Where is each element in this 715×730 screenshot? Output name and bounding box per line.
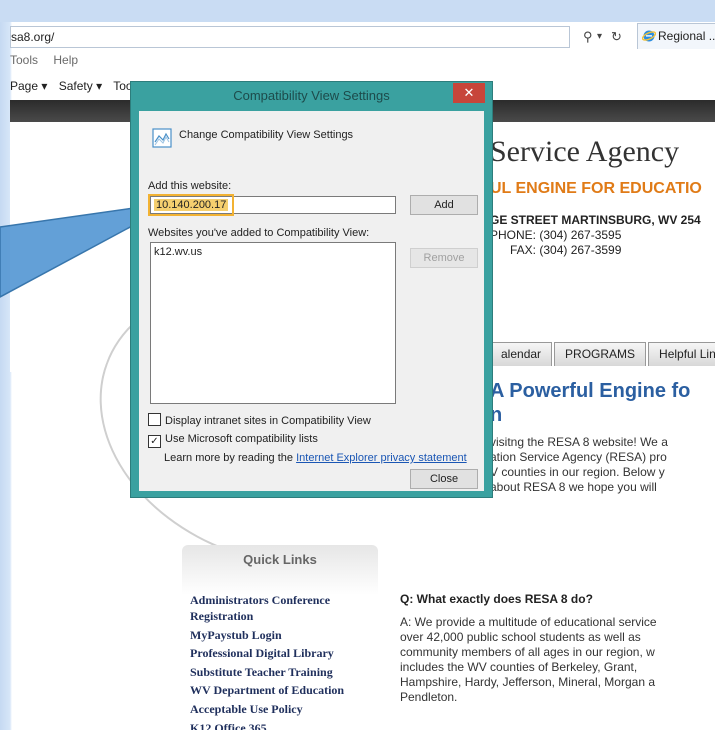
site-tagline: UL ENGINE FOR EDUCATIO: [490, 180, 702, 197]
menu-help[interactable]: Help: [53, 53, 78, 67]
ms-lists-checkbox-label: Use Microsoft compatibility lists: [165, 433, 318, 445]
command-safety[interactable]: Safety ▾: [59, 79, 102, 93]
nav-tab-helpful-links[interactable]: Helpful Links: [648, 342, 715, 366]
dialog-title: Compatibility View Settings: [233, 88, 390, 103]
learn-more-prefix: Learn more by reading the: [164, 452, 297, 464]
learn-more-text: Learn more by reading the Internet Explo…: [164, 452, 467, 464]
quick-links-title: Quick Links: [243, 552, 317, 567]
intro-text: visitng the RESA 8 website! We a ation S…: [490, 435, 668, 495]
site-title: Service Agency: [490, 135, 680, 168]
answer-line: A: We provide a multitude of educational…: [400, 615, 657, 629]
command-page[interactable]: Page ▾: [10, 79, 47, 93]
browser-tab[interactable]: Regional ...: [637, 23, 715, 49]
answer-line: Pendleton.: [400, 690, 458, 704]
faq-question: Q: What exactly does RESA 8 do?: [400, 592, 593, 606]
search-dropdown-icon[interactable]: ▾: [597, 31, 602, 42]
command-bar: Page ▾ Safety ▾ Too: [10, 79, 141, 93]
address-text: sa8.org/: [11, 30, 55, 44]
added-sites-label: Websites you've added to Compatibility V…: [148, 227, 370, 239]
menu-bar: Tools Help: [10, 53, 90, 67]
added-sites-list[interactable]: k12.wv.us: [150, 242, 396, 404]
menu-tools[interactable]: Tools: [10, 53, 38, 67]
quick-links-list: Administrators Conference Registration M…: [190, 592, 360, 730]
answer-line: Hampshire, Hardy, Jefferson, Mineral, Mo…: [400, 675, 655, 689]
intranet-checkbox-label: Display intranet sites in Compatibility …: [165, 415, 371, 427]
site-street: GE STREET MARTINSBURG, WV 254: [490, 213, 701, 227]
intro-line: ation Service Agency (RESA) pro: [490, 450, 667, 464]
address-bar[interactable]: sa8.org/: [10, 26, 570, 48]
quick-link-acceptable-use[interactable]: Acceptable Use Policy: [190, 701, 360, 717]
intro-line: V counties in our region. Below y: [490, 465, 665, 479]
nav-tab-programs[interactable]: PROGRAMS: [554, 342, 647, 366]
answer-line: over 42,000 public school students as we…: [400, 630, 641, 644]
quick-link-digital-library[interactable]: Professional Digital Library: [190, 645, 360, 661]
ms-lists-checkbox[interactable]: ✓: [148, 435, 161, 448]
quick-link-office365[interactable]: K12 Office 365: [190, 720, 360, 730]
quick-link-admin-conference[interactable]: Administrators Conference Registration: [190, 592, 360, 624]
answer-line: community members of all ages in our reg…: [400, 645, 655, 659]
site-nav: alendarPROGRAMSHelpful Links: [490, 342, 715, 366]
page-headline: A Powerful Engine fo: [490, 380, 691, 402]
close-button[interactable]: Close: [410, 469, 478, 489]
intranet-checkbox[interactable]: [148, 413, 161, 426]
dialog-heading: Change Compatibility View Settings: [179, 129, 354, 141]
intranet-checkbox-row[interactable]: Display intranet sites in Compatibility …: [148, 413, 371, 427]
compatibility-view-dialog: Compatibility View Settings ✕ Change Com…: [130, 81, 493, 498]
intro-line: about RESA 8 we hope you will: [490, 480, 657, 494]
highlight-box: [148, 194, 234, 216]
refresh-icon[interactable]: ↻: [611, 29, 622, 45]
site-phone: PHONE: (304) 267-3595: [490, 228, 622, 242]
add-button[interactable]: Add: [410, 195, 478, 215]
add-website-label: Add this website:: [148, 180, 232, 192]
dialog-close-icon[interactable]: ✕: [453, 83, 485, 103]
intro-line: visitng the RESA 8 website! We a: [490, 435, 668, 449]
ms-lists-checkbox-row[interactable]: ✓ Use Microsoft compatibility lists: [148, 433, 318, 448]
quick-link-mypaystub[interactable]: MyPaystub Login: [190, 627, 360, 643]
privacy-statement-link[interactable]: Internet Explorer privacy statement: [296, 452, 467, 464]
search-icon[interactable]: ⚲: [583, 29, 593, 45]
internet-explorer-icon: [642, 30, 656, 42]
nav-tab-calendar[interactable]: alendar: [490, 342, 553, 366]
remove-button[interactable]: Remove: [410, 248, 478, 268]
site-fax: FAX: (304) 267-3599: [510, 243, 622, 257]
tab-title: Regional ...: [658, 29, 715, 43]
quick-link-wv-doe[interactable]: WV Department of Education: [190, 682, 360, 698]
compatibility-view-icon: [152, 128, 172, 148]
title-bar: [0, 0, 715, 22]
quick-link-substitute-training[interactable]: Substitute Teacher Training: [190, 664, 360, 680]
list-item[interactable]: k12.wv.us: [154, 246, 392, 258]
faq-answer: A: We provide a multitude of educational…: [400, 615, 657, 705]
dialog-body: Change Compatibility View Settings Add t…: [139, 111, 484, 491]
answer-line: includes the WV counties of Berkeley, Gr…: [400, 660, 638, 674]
